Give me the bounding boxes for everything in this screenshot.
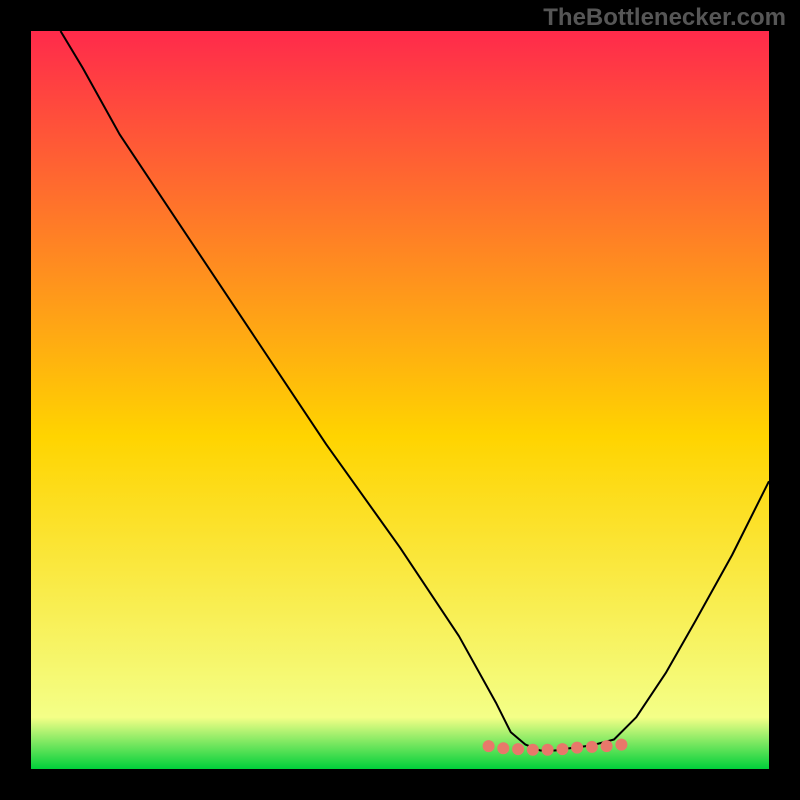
bottleneck-chart [31,31,769,769]
watermark-text: TheBottlenecker.com [543,4,786,32]
chart-wrapper [31,31,769,769]
